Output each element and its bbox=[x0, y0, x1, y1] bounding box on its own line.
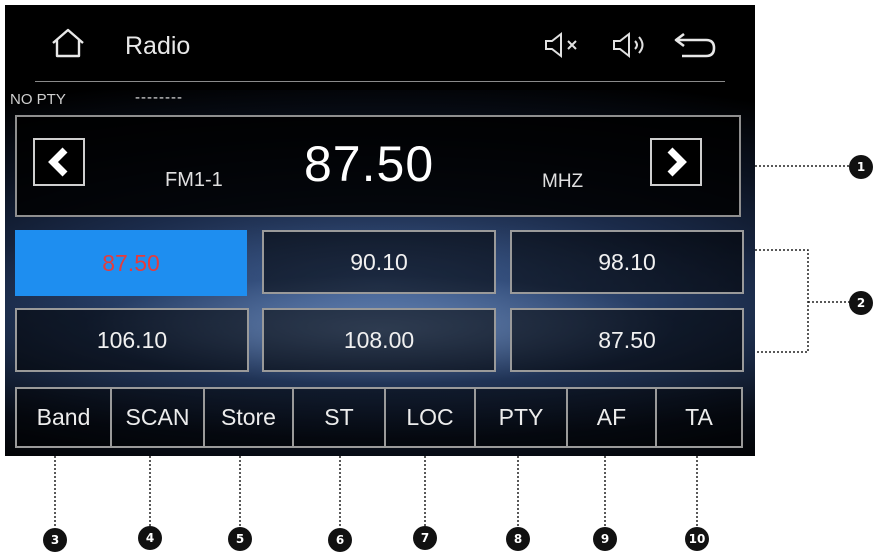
callout-3: 3 bbox=[43, 528, 67, 552]
callout-2: 2 bbox=[849, 291, 873, 315]
callout-7: 7 bbox=[413, 526, 437, 550]
callout-9: 9 bbox=[593, 527, 617, 551]
callout-4: 4 bbox=[138, 526, 162, 550]
callout-8: 8 bbox=[506, 527, 530, 551]
callout-leader-lines bbox=[54, 165, 850, 528]
callout-6: 6 bbox=[328, 528, 352, 552]
callout-1: 1 bbox=[849, 155, 873, 179]
callout-10: 10 bbox=[685, 527, 709, 551]
callout-5: 5 bbox=[228, 527, 252, 551]
